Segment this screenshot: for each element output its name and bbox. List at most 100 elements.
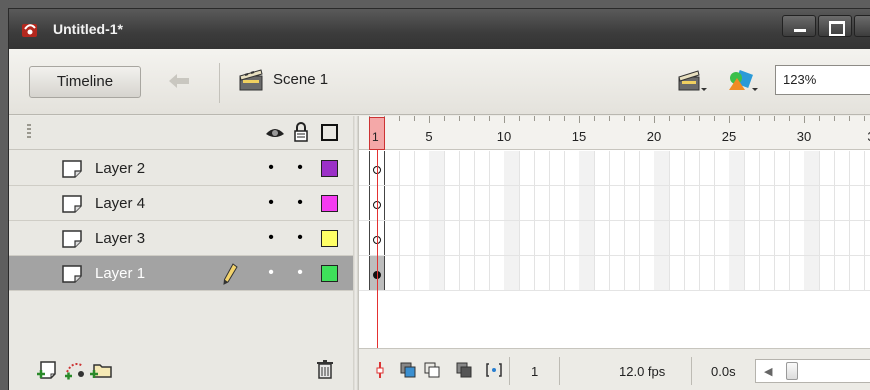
playhead[interactable]: 1 — [369, 117, 385, 150]
modify-onion-markers-icon[interactable] — [485, 361, 503, 379]
window-controls — [782, 15, 870, 39]
frame-band — [504, 151, 519, 185]
onion-skin-outlines-icon[interactable] — [423, 361, 441, 379]
ruler-tick — [834, 116, 835, 121]
title-bar: Untitled-1* — [9, 9, 870, 49]
edit-scene-icon[interactable] — [677, 68, 707, 94]
ruler-label: 25 — [721, 129, 737, 144]
layer-row[interactable]: Layer 3 • • — [9, 221, 353, 256]
layer-row[interactable]: Layer 4 • • — [9, 186, 353, 221]
scene-icon — [239, 69, 263, 91]
frame-band — [579, 186, 594, 220]
ruler-tick — [744, 116, 745, 121]
ruler-tick — [849, 116, 850, 121]
frame-band — [804, 256, 819, 290]
timeline-toggle-button[interactable]: Timeline — [29, 66, 141, 98]
ruler-tick — [534, 116, 535, 121]
scroll-thumb[interactable] — [786, 362, 798, 380]
frame-band — [804, 151, 819, 185]
layer-row[interactable]: Layer 1 • • — [9, 256, 353, 291]
ruler-tick — [579, 116, 580, 123]
maximize-button[interactable] — [818, 15, 852, 37]
lock-toggle[interactable]: • — [294, 195, 306, 211]
ruler-tick — [519, 116, 520, 121]
layer-outline-color[interactable] — [321, 230, 338, 247]
frame-band — [429, 256, 444, 290]
frame-band — [729, 186, 744, 220]
ruler-label: 10 — [496, 129, 512, 144]
ruler-tick — [399, 116, 400, 121]
layer-outline-color[interactable] — [321, 160, 338, 177]
layer-outline-color[interactable] — [321, 265, 338, 282]
frame-band — [654, 151, 669, 185]
onion-skin-icon[interactable] — [399, 361, 417, 379]
lock-toggle[interactable]: • — [294, 160, 306, 176]
frame-row[interactable] — [359, 151, 870, 186]
center-frame-icon[interactable] — [371, 361, 389, 379]
lock-icon[interactable] — [293, 122, 309, 142]
frame-band — [504, 221, 519, 255]
ruler-tick — [624, 116, 625, 121]
edit-bar: Timeline Scene 1 123% — [9, 49, 870, 115]
visibility-toggle[interactable]: • — [265, 265, 277, 281]
trash-icon[interactable] — [313, 358, 337, 380]
visibility-toggle[interactable]: • — [265, 160, 277, 176]
ruler-tick — [504, 116, 505, 123]
layers-panel: Layer 2 • • Layer 4 • • Layer 3 • • Layer 1 • • — [9, 116, 353, 390]
edit-symbols-icon[interactable] — [725, 66, 759, 94]
frame-ruler[interactable]: 1 5 10 15 20 25 30 3 — [359, 116, 870, 150]
layer-row[interactable]: Layer 2 • • — [9, 151, 353, 186]
zoom-field[interactable]: 123% — [775, 65, 870, 95]
ruler-tick — [459, 116, 460, 121]
ruler-tick — [549, 116, 550, 121]
lock-toggle[interactable]: • — [294, 265, 306, 281]
edit-multiple-frames-icon[interactable] — [455, 361, 473, 379]
ruler-tick — [864, 116, 865, 121]
layer-icon — [62, 160, 82, 178]
playhead-line — [377, 150, 378, 362]
elapsed-time-readout: 0.0s — [711, 364, 736, 379]
ruler-label: 3 — [856, 129, 870, 144]
panel-grip[interactable] — [27, 124, 31, 140]
layer-name[interactable]: Layer 4 — [95, 195, 145, 212]
visibility-toggle[interactable]: • — [265, 195, 277, 211]
back-arrow-icon[interactable] — [167, 71, 191, 91]
ruler-label: 20 — [646, 129, 662, 144]
close-button[interactable] — [854, 15, 870, 37]
frame-band — [654, 256, 669, 290]
layer-outline-color[interactable] — [321, 195, 338, 212]
frame-band — [504, 256, 519, 290]
frame-rate-readout[interactable]: 12.0 fps — [619, 361, 665, 383]
layer-name[interactable]: Layer 2 — [95, 160, 145, 177]
lock-toggle[interactable]: • — [294, 230, 306, 246]
frame-row[interactable] — [359, 186, 870, 221]
window-title: Untitled-1* — [53, 21, 123, 37]
frame-band — [579, 151, 594, 185]
ruler-tick — [714, 116, 715, 121]
layer-name[interactable]: Layer 3 — [95, 230, 145, 247]
scroll-left-arrow-icon[interactable]: ◀ — [764, 365, 772, 378]
ruler-tick — [489, 116, 490, 121]
ruler-label: 15 — [571, 129, 587, 144]
frame-band — [654, 186, 669, 220]
playhead-frame: 1 — [372, 130, 379, 144]
layers-footer — [9, 348, 353, 390]
frame-row[interactable] — [359, 256, 870, 291]
outline-icon[interactable] — [321, 124, 338, 141]
ruler-tick — [669, 116, 670, 121]
add-motion-guide-icon[interactable] — [63, 358, 87, 380]
layer-name[interactable]: Layer 1 — [95, 265, 145, 282]
frame-band — [429, 221, 444, 255]
timeline-horizontal-scrollbar[interactable]: ◀ — [755, 359, 870, 383]
visibility-toggle[interactable]: • — [265, 230, 277, 246]
minimize-button[interactable] — [782, 15, 816, 37]
frame-band — [804, 186, 819, 220]
frame-row[interactable] — [359, 221, 870, 256]
timeline-footer: 1 12.0 fps 0.0s ◀ — [359, 348, 870, 390]
current-frame-readout: 1 — [531, 364, 539, 379]
ruler-tick — [654, 116, 655, 123]
frame-band — [729, 151, 744, 185]
insert-layer-folder-icon[interactable] — [89, 358, 113, 380]
eye-icon[interactable] — [265, 126, 285, 140]
insert-layer-icon[interactable] — [35, 358, 59, 380]
